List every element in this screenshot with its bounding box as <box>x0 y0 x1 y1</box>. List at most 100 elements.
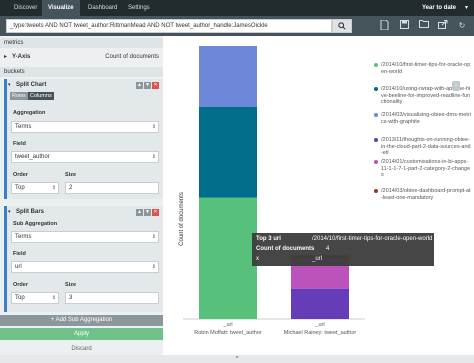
add-sub-aggregation-button[interactable]: + Add Sub Aggregation <box>0 315 163 326</box>
editor-sidebar: metrics ▸ Y-Axis Count of documents buck… <box>0 36 163 355</box>
size-input[interactable]: 3 <box>65 292 159 304</box>
chevron-down-icon[interactable]: ▾ <box>8 209 11 215</box>
nav-dashboard[interactable]: Dashboard <box>84 0 121 16</box>
sub-aggregation-label: Sub Aggregation <box>13 221 58 227</box>
bar-segment[interactable] <box>199 46 257 107</box>
order-label: Order <box>13 172 28 178</box>
field-label: Field <box>13 141 26 147</box>
order-value: Top <box>15 295 25 301</box>
chevron-down-icon[interactable]: ▾ <box>8 82 11 88</box>
chevron-down-icon[interactable]: ▾ <box>465 0 468 16</box>
bar-tick-label: _url <box>222 322 232 328</box>
nav-settings[interactable]: Settings <box>124 0 154 16</box>
folder-open-icon[interactable] <box>418 20 430 32</box>
search-button[interactable] <box>332 19 352 33</box>
search-icon <box>338 22 346 30</box>
category-label: Robin Moffatt: tweet_author <box>194 330 262 336</box>
tab-rows[interactable]: Rows <box>10 92 28 100</box>
order-value: Top <box>15 185 25 191</box>
bar-segment[interactable] <box>291 288 349 319</box>
close-icon[interactable]: ✕ <box>152 82 159 89</box>
legend-color-swatch <box>374 87 378 91</box>
legend-label: /2014/01/customisations-in-bi-apps-11-1-… <box>381 159 471 178</box>
sub-aggregation-value: Terms <box>15 234 32 240</box>
add-sub-aggregation-label: Add Sub Aggregation <box>55 317 113 323</box>
select-arrow-icon: ⇕ <box>151 264 156 270</box>
select-arrow-icon: ⇕ <box>151 154 156 160</box>
legend-label: /2014/03/obiee-dashboard-prompt-at-least… <box>381 188 471 201</box>
legend-color-swatch <box>374 138 378 142</box>
legend-item[interactable]: /2014/03/obiee-dashboard-prompt-at-least… <box>374 188 471 201</box>
legend-label: /2013/11/thoughts-on-running-obiee-in-th… <box>381 137 471 156</box>
chevron-right-icon[interactable]: ▸ <box>4 50 7 64</box>
legend-label: /2014/10/first-timer-tips-for-oracle-ope… <box>381 62 471 75</box>
stacked-bar-chart: _url Robin Moffatt: tweet_author _url Micha… <box>183 46 365 336</box>
order-select[interactable]: Top ⇕ <box>11 182 59 194</box>
field-select[interactable]: tweet_author ⇕ <box>11 151 159 163</box>
aggregation-label: Aggregation <box>13 110 46 116</box>
search-input[interactable]: _type:tweets AND NOT tweet_author:Rittma… <box>6 19 332 33</box>
legend-item[interactable]: /2013/11/thoughts-on-running-obiee-in-th… <box>374 137 471 157</box>
bar-tick-label: _url <box>314 322 324 328</box>
y-axis-value: Count of documents <box>105 54 159 60</box>
y-axis-label: Y-Axis <box>12 54 31 60</box>
sub-aggregation-select[interactable]: Terms ⇕ <box>11 231 159 243</box>
time-range-picker[interactable]: Year to date <box>422 0 456 16</box>
size-input[interactable]: 2 <box>65 182 159 194</box>
size-label: Size <box>65 172 77 178</box>
legend-item[interactable]: /2014/01/customisations-in-bi-apps-11-1-… <box>374 159 471 179</box>
chart-tooltip: Top 3 url /2014/10/first-timer-tips-for-… <box>252 233 434 266</box>
refresh-icon[interactable]: ↻ <box>456 20 468 32</box>
move-down-icon[interactable]: ▼ <box>144 209 151 216</box>
aggregation-value: Terms <box>15 124 32 130</box>
buckets-header: buckets <box>0 67 163 77</box>
apply-button[interactable]: Apply <box>0 328 163 340</box>
select-arrow-icon: ⇕ <box>151 234 156 240</box>
chevron-right-icon[interactable]: › <box>452 81 460 91</box>
tooltip-label-3: x <box>256 256 259 262</box>
split-chart-panel: ▾ Split Chart ▲ ▼ ✕ Rows Columns Aggrega… <box>4 79 163 199</box>
tab-columns[interactable]: Columns <box>28 92 54 100</box>
chevron-up-icon: ^ <box>235 356 239 362</box>
save-icon[interactable] <box>398 20 410 32</box>
bar-segment[interactable] <box>199 106 257 198</box>
move-up-icon[interactable]: ▲ <box>136 209 143 216</box>
y-axis-row[interactable]: ▸ Y-Axis Count of documents <box>0 50 163 64</box>
field-value: tweet_author <box>15 154 50 160</box>
bar-segment[interactable] <box>199 197 257 319</box>
legend-color-swatch <box>374 63 378 67</box>
move-up-icon[interactable]: ▲ <box>136 82 143 89</box>
legend-item[interactable]: /2014/10/first-timer-tips-for-oracle-ope… <box>374 62 471 75</box>
field-value: url <box>15 264 22 270</box>
nav-visualize[interactable]: Visualize <box>42 0 80 16</box>
legend-color-swatch <box>374 189 378 193</box>
collapse-toggle[interactable]: ^ <box>0 355 474 363</box>
legend-color-swatch <box>374 160 378 164</box>
tooltip-value-2: 4 <box>326 246 330 252</box>
legend-item[interactable]: /2014/03/visualising-obiee-dms-metrics-w… <box>374 112 471 125</box>
legend-color-swatch <box>374 113 378 117</box>
tooltip-value-3: _url <box>312 256 323 262</box>
discard-button[interactable]: Discard <box>0 343 163 355</box>
move-down-icon[interactable]: ▼ <box>144 82 151 89</box>
tooltip-value-1: /2014/10/first-timer-tips-for-oracle-ope… <box>312 236 433 242</box>
tooltip-label-2: Count of documents <box>256 246 315 252</box>
select-arrow-icon: ⇕ <box>151 124 156 130</box>
category-label: Michael Rainey: tweet_author <box>284 330 357 336</box>
close-icon[interactable]: ✕ <box>152 209 159 216</box>
metrics-header: metrics <box>0 38 163 48</box>
field-select[interactable]: url ⇕ <box>11 261 159 273</box>
order-label: Order <box>13 282 28 288</box>
tooltip-label-1: Top 3 url <box>256 236 281 242</box>
new-visualization-icon[interactable] <box>378 19 390 32</box>
share-icon[interactable] <box>437 20 449 32</box>
search-bar: _type:tweets AND NOT tweet_author:Rittma… <box>0 16 474 36</box>
split-bars-panel: ▾ Split Bars ▲ ▼ ✕ Sub Aggregation Terms… <box>4 206 163 312</box>
nav-discover[interactable]: Discover <box>10 0 41 16</box>
top-nav: Discover Visualize Dashboard Settings Ye… <box>0 0 474 16</box>
select-arrow-icon: ⇕ <box>51 295 56 301</box>
split-bars-title: Split Bars <box>16 209 45 215</box>
aggregation-select[interactable]: Terms ⇕ <box>11 121 159 133</box>
order-select[interactable]: Top ⇕ <box>11 292 59 304</box>
split-chart-title: Split Chart <box>16 82 47 88</box>
